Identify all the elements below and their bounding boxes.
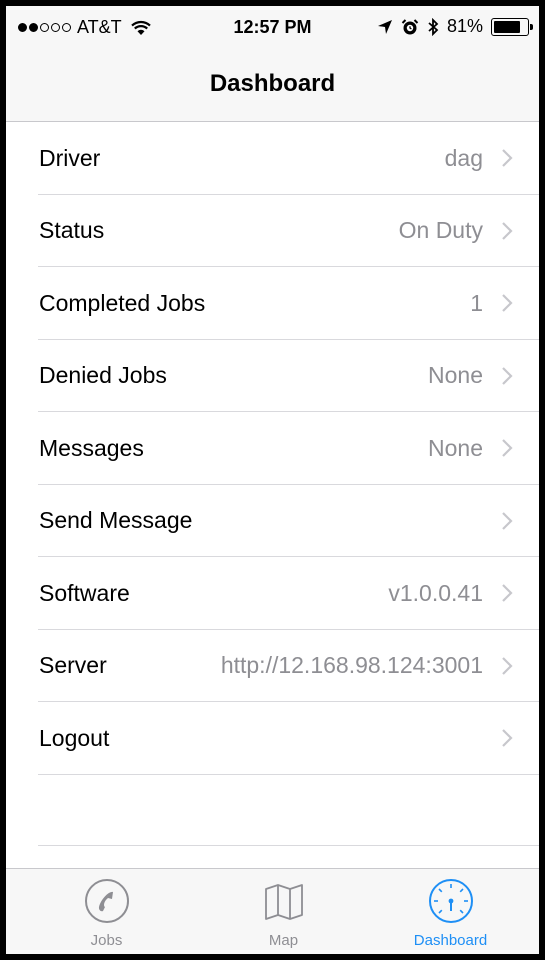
row-label: Messages (39, 434, 144, 461)
chevron-right-icon (502, 294, 513, 313)
row-server[interactable]: Server http://12.168.98.124:3001 (6, 630, 539, 703)
row-label: Driver (39, 144, 101, 171)
chevron-right-icon (502, 366, 513, 385)
row-value: On Duty (398, 217, 483, 244)
row-value: dag (444, 144, 483, 171)
row-denied-jobs[interactable]: Denied Jobs None (6, 340, 539, 413)
top-bar: AT&T 12:57 PM 81% Dashboard (6, 6, 539, 122)
row-status[interactable]: Status On Duty (6, 195, 539, 268)
row-driver[interactable]: Driver dag (6, 122, 539, 195)
chevron-right-icon (502, 584, 513, 603)
battery-icon (491, 17, 533, 36)
row-software[interactable]: Software v1.0.0.41 (6, 557, 539, 630)
map-icon (264, 884, 303, 920)
tab-label: Map (268, 932, 299, 949)
tab-dashboard[interactable]: Dashboard (362, 869, 539, 954)
row-value: 1 (470, 289, 483, 316)
tab-bar: Jobs Map Dashboard (6, 868, 539, 954)
row-value: http://12.168.98.124:3001 (220, 652, 483, 679)
bluetooth-icon (428, 17, 439, 36)
row-send-message[interactable]: Send Message (6, 485, 539, 558)
row-label: Logout (39, 724, 110, 751)
tab-label: Dashboard (413, 932, 488, 949)
chevron-right-icon (502, 149, 513, 168)
row-logout[interactable]: Logout (6, 702, 539, 775)
row-label: Software (39, 579, 130, 606)
list-bottom-separator (38, 845, 539, 846)
chevron-right-icon (502, 511, 513, 530)
chevron-right-icon (502, 439, 513, 458)
screen: AT&T 12:57 PM 81% Dashboard Driver dag S… (6, 6, 539, 954)
tab-label: Jobs (90, 932, 123, 949)
status-right: 81% (377, 16, 533, 37)
row-value: None (428, 362, 483, 389)
chevron-right-icon (502, 656, 513, 675)
battery-percent: 81% (446, 16, 483, 36)
location-arrow-icon (377, 19, 392, 34)
row-label: Send Message (39, 507, 193, 534)
settings-list: Driver dag Status On Duty Completed Jobs… (6, 122, 539, 775)
phone-icon (84, 879, 129, 923)
row-label: Status (39, 217, 105, 244)
row-completed-jobs[interactable]: Completed Jobs 1 (6, 267, 539, 340)
row-value: None (428, 434, 483, 461)
row-value: v1.0.0.41 (388, 579, 483, 606)
page-title: Dashboard (209, 70, 336, 97)
alarm-icon (401, 18, 419, 34)
row-messages[interactable]: Messages None (6, 412, 539, 485)
tab-jobs[interactable]: Jobs (18, 869, 195, 954)
tab-map[interactable]: Map (195, 869, 372, 954)
status-bar: AT&T 12:57 PM 81% (6, 6, 539, 46)
row-label: Completed Jobs (39, 289, 206, 316)
row-label: Server (39, 652, 107, 679)
row-label: Denied Jobs (39, 362, 167, 389)
chevron-right-icon (502, 729, 513, 748)
gauge-icon (428, 879, 473, 923)
chevron-right-icon (502, 221, 513, 240)
